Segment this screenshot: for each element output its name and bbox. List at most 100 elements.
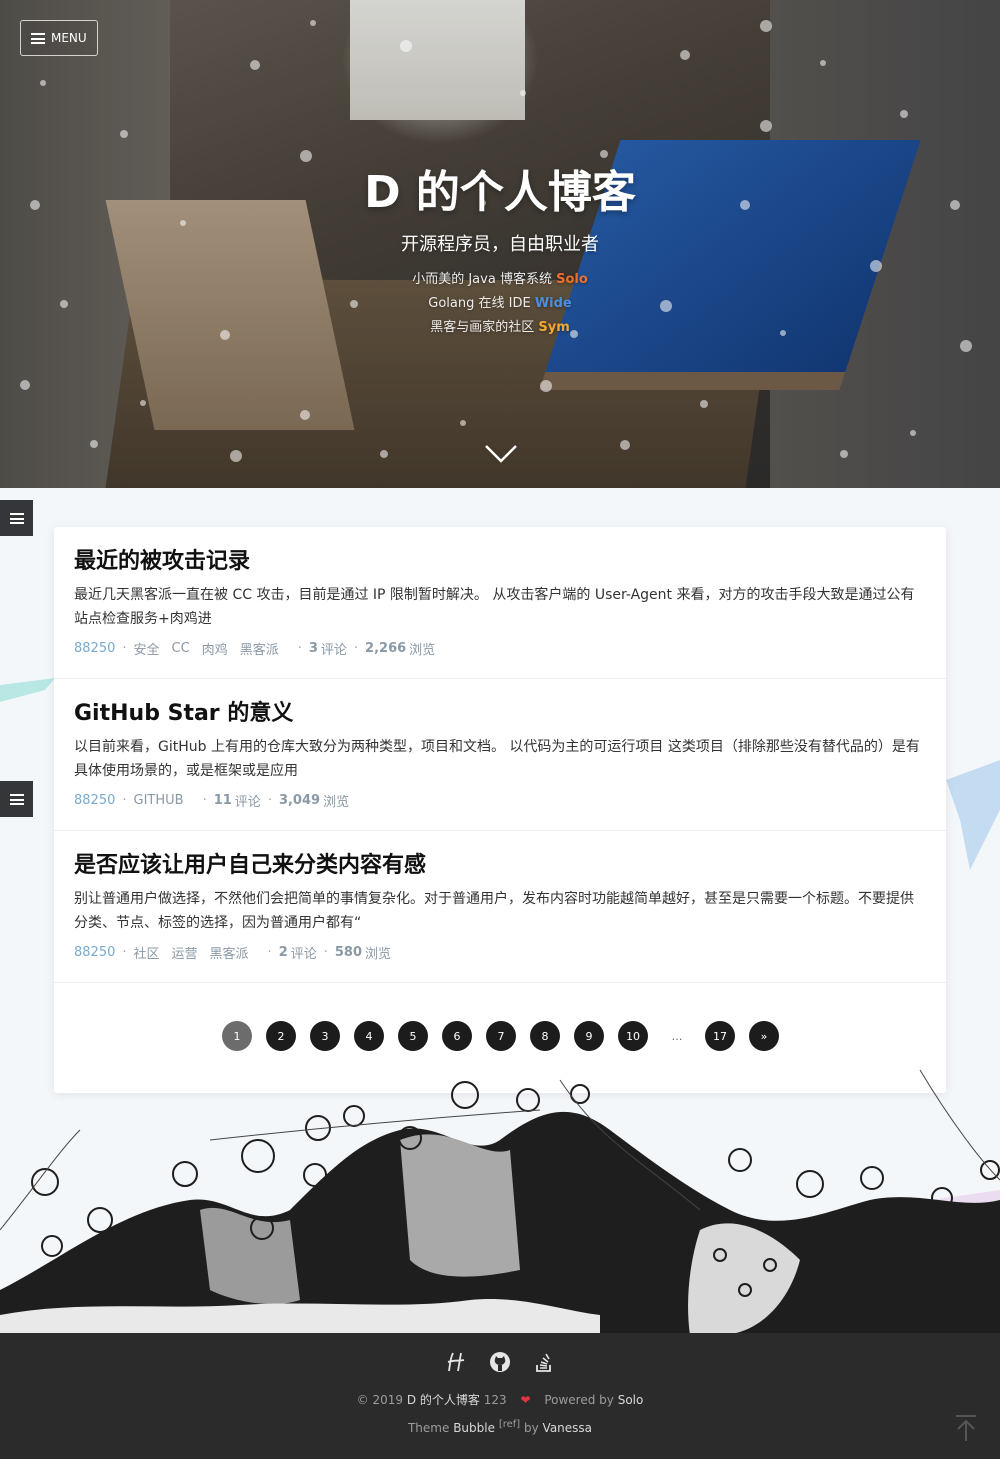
heart-icon: ❤ [520,1393,531,1407]
snow-particle [760,120,772,132]
cat-wave-illustration [0,1069,1000,1335]
intro-line-sym: 黑客与画家的社区 Sym [430,320,570,335]
article-summary: 最近几天黑客派一直在被 CC 攻击，目前是通过 IP 限制暂时解决。 从攻击客户… [74,587,915,627]
page-button-8[interactable]: 8 [530,1021,560,1051]
author-link[interactable]: 88250 [74,793,115,808]
back-to-top-icon[interactable] [954,1413,978,1443]
article-title[interactable]: GitHub Star 的意义 [74,695,293,727]
snow-particle [460,420,466,426]
snow-particle [820,60,826,66]
article-title[interactable]: 是否应该让用户自己来分类内容有感 [74,847,426,879]
sidebar-toggle-button[interactable] [0,781,33,817]
next-page-button[interactable]: » [749,1021,779,1051]
snow-particle [540,380,552,392]
snow-particle [900,110,908,118]
article-summary: 以目前来看，GitHub 上有用的仓库大致分为两种类型，项目和文档。 以代码为主… [74,739,920,779]
view-count: 3,049 [278,793,321,808]
comment-count[interactable]: 2 [279,945,288,960]
stackoverflow-icon[interactable] [533,1351,555,1373]
tag-link[interactable]: 黑客派 [240,639,279,658]
pagination: 1 2 3 4 5 6 7 8 9 10 … 17 » [54,1021,946,1053]
snow-particle [760,20,772,32]
snow-particle [180,220,186,226]
copyright-line: © 2019 D 的个人博客 123 ❤ Powered by Solo [356,1393,644,1407]
chevron-down-icon[interactable] [484,444,518,464]
hero-banner: MENU D 的个人博客 开源程序员，自由职业者 小而美的 Java 博客系统 … [0,0,1000,488]
snow-particle [40,80,46,86]
snow-particle [620,440,630,450]
article-item: 是否应该让用户自己来分类内容有感 别让普通用户做选择，不然他们会把简单的事情复杂… [54,831,946,983]
snow-particle [250,60,260,70]
comment-count[interactable]: 11 [214,793,232,808]
ribbon-decoration [0,678,55,702]
footer-social-links [0,1351,1000,1373]
article-item: GitHub Star 的意义 以目前来看，GitHub 上有用的仓库大致分为两… [54,679,946,831]
tag-link[interactable]: 黑客派 [210,943,249,962]
hacpai-icon[interactable] [445,1351,467,1373]
snow-particle [700,400,708,408]
theme-link[interactable]: Bubble [453,1421,495,1435]
hamburger-icon [9,793,24,805]
page-button-9[interactable]: 9 [574,1021,604,1051]
site-footer: © 2019 D 的个人博客 123 ❤ Powered by Solo The… [0,1333,1000,1459]
tag-link[interactable]: GITHUB [134,793,184,808]
view-count: 580 [334,945,363,960]
snow-particle [520,90,526,96]
theme-line: Theme Bubble [ref] by Vanessa [407,1419,593,1435]
snow-particle [20,380,30,390]
site-title[interactable]: D 的个人博客 [0,156,1000,220]
snow-particle [140,400,146,406]
page-button-3[interactable]: 3 [310,1021,340,1051]
snow-particle [910,430,916,436]
article-meta: 88250 · GITHUB · 11 评论 · 3,049 浏览 [74,793,350,810]
page-button-10[interactable]: 10 [618,1021,648,1051]
hamburger-icon [31,32,45,44]
sym-link[interactable]: Sym [538,320,569,335]
solo-footer-link[interactable]: Solo [618,1393,644,1407]
article-meta: 88250 · 安全 CC 肉鸡 黑客派 · 3 评论 · 2,266 浏览 [74,639,436,658]
footer-site-link[interactable]: D 的个人博客 [407,1393,480,1407]
page-button-2[interactable]: 2 [266,1021,296,1051]
snow-particle [310,20,316,26]
author-link[interactable]: 88250 [74,641,115,656]
page-button-6[interactable]: 6 [442,1021,472,1051]
wide-link[interactable]: Wide [535,296,572,311]
snow-particle [230,450,242,462]
tag-link[interactable]: 安全 [134,639,160,658]
sidebar-toggle-button[interactable] [0,500,33,536]
view-count: 2,266 [365,641,407,656]
tag-link[interactable]: 肉鸡 [202,639,228,658]
tag-link[interactable]: CC [172,641,190,656]
tag-link[interactable]: 社区 [134,943,160,962]
tag-link[interactable]: 运营 [172,943,198,962]
snow-particle [400,40,412,52]
comment-count[interactable]: 3 [309,641,318,656]
snow-particle [680,50,690,60]
snow-particle [300,410,310,420]
snow-particle [120,130,128,138]
snow-particle [960,340,972,352]
snow-particle [90,440,98,448]
hamburger-icon [9,512,24,524]
page-button-17[interactable]: 17 [705,1021,735,1051]
pagination-ellipsis: … [671,1029,683,1043]
theme-author-link[interactable]: Vanessa [543,1421,592,1435]
article-summary: 别让普通用户做选择，不然他们会把简单的事情复杂化。对于普通用户，发布内容时功能越… [74,891,914,931]
intro-line-solo: 小而美的 Java 博客系统 Solo [412,272,588,287]
menu-button[interactable]: MENU [20,20,98,56]
page-button-5[interactable]: 5 [398,1021,428,1051]
intro-line-wide: Golang 在线 IDE Wide [428,296,572,311]
snow-particle [380,450,388,458]
snow-particle [840,450,848,458]
author-link[interactable]: 88250 [74,945,115,960]
github-icon[interactable] [489,1351,511,1373]
site-subtitle: 开源程序员，自由职业者 [401,234,599,255]
page-button-4[interactable]: 4 [354,1021,384,1051]
menu-button-label: MENU [51,31,87,45]
article-list: 最近的被攻击记录 最近几天黑客派一直在被 CC 攻击，目前是通过 IP 限制暂时… [54,527,946,1093]
article-title[interactable]: 最近的被攻击记录 [74,543,250,575]
page-button-1[interactable]: 1 [222,1021,252,1051]
theme-ref-link[interactable]: [ref] [499,1419,520,1430]
page-button-7[interactable]: 7 [486,1021,516,1051]
solo-link[interactable]: Solo [556,272,588,287]
